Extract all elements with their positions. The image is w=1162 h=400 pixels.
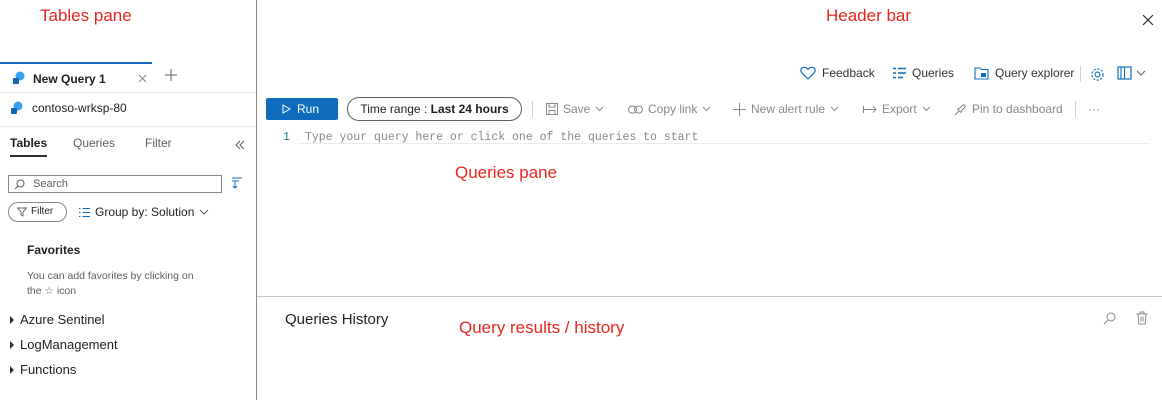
- export-button[interactable]: Export: [863, 102, 931, 116]
- link-icon: [628, 105, 643, 114]
- tab-tables[interactable]: Tables: [10, 136, 48, 157]
- query-explorer-label: Query explorer: [995, 66, 1075, 80]
- toolbar-separator: [532, 101, 533, 117]
- pane-divider[interactable]: [256, 0, 257, 400]
- save-label: Save: [563, 102, 591, 116]
- chevron-down-icon: [595, 106, 604, 112]
- search-placeholder: Search: [33, 178, 68, 190]
- queries-history-title: Queries History: [285, 311, 389, 328]
- workspace-selector[interactable]: contoso-wrksp-80: [10, 101, 127, 115]
- tab-queries[interactable]: Queries: [73, 136, 115, 150]
- export-label: Export: [882, 102, 917, 116]
- time-range-prefix: Time range :: [360, 102, 428, 116]
- copy-link-button[interactable]: Copy link: [628, 102, 711, 116]
- workspace-divider: [0, 126, 256, 127]
- add-tab-icon[interactable]: [164, 68, 178, 82]
- queries-label: Queries: [912, 66, 955, 80]
- toolbar-separator: [1075, 101, 1076, 117]
- chevron-down-icon: [922, 106, 931, 112]
- chevron-down-icon: [702, 106, 711, 112]
- favorites-hint-line2: the ☆ icon: [27, 285, 77, 297]
- queries-icon: [893, 67, 906, 79]
- caret-right-icon: [10, 315, 14, 324]
- play-icon: [282, 104, 291, 114]
- editor-line-number: 1: [283, 131, 290, 144]
- tab-filter[interactable]: Filter: [145, 136, 172, 150]
- gear-icon[interactable]: [1089, 66, 1105, 82]
- tree-item-label: Azure Sentinel: [20, 312, 105, 327]
- time-range-picker[interactable]: Time range : Last 24 hours: [347, 97, 522, 121]
- search-icon[interactable]: [1101, 310, 1117, 326]
- annotation-header-bar: Header bar: [826, 6, 912, 25]
- save-button[interactable]: Save: [546, 102, 604, 116]
- tab-new-query-1[interactable]: New Query 1: [0, 62, 152, 92]
- annotation-results: Query results / history: [459, 318, 625, 337]
- caret-right-icon: [10, 340, 14, 349]
- pin-to-dashboard-label: Pin to dashboard: [972, 102, 1063, 116]
- tab-tables-underline: [10, 155, 48, 157]
- header-separator: [1080, 66, 1081, 82]
- favorites-hint-line1: You can add favorites by clicking on: [27, 270, 194, 282]
- results-divider[interactable]: [257, 296, 1162, 297]
- close-icon[interactable]: [1140, 12, 1156, 28]
- run-label: Run: [297, 102, 320, 116]
- tab-close-icon[interactable]: [136, 72, 148, 84]
- save-icon: [546, 103, 558, 115]
- chevron-down-icon: [199, 209, 209, 215]
- filter-icon: [17, 207, 27, 217]
- search-icon: [13, 178, 25, 190]
- workspace-name: contoso-wrksp-80: [32, 101, 127, 115]
- pin-icon: [954, 103, 967, 116]
- tab-title: New Query 1: [33, 72, 106, 86]
- query-editor[interactable]: Type your query here or click one of the…: [298, 126, 1150, 291]
- sort-icon[interactable]: [230, 176, 244, 190]
- annotation-tables-pane: Tables pane: [40, 6, 132, 25]
- tree-item-azure-sentinel[interactable]: Azure Sentinel: [10, 312, 105, 327]
- chevron-down-icon: [830, 106, 839, 112]
- group-by-label: Group by: Solution: [95, 205, 195, 219]
- feedback-button[interactable]: Feedback: [800, 66, 875, 80]
- query-explorer-icon: [974, 66, 989, 80]
- tab-strip-divider: [0, 92, 256, 93]
- query-explorer-button[interactable]: Query explorer: [974, 66, 1074, 80]
- workspace-icon: [12, 71, 26, 85]
- editor-line-highlight: [298, 143, 1150, 144]
- heart-icon: [800, 66, 816, 80]
- collapse-icon[interactable]: [233, 138, 247, 152]
- search-input[interactable]: Search: [8, 175, 222, 193]
- time-range-value: Last 24 hours: [430, 102, 509, 116]
- group-by-dropdown[interactable]: Group by: Solution: [79, 205, 209, 219]
- caret-right-icon: [10, 365, 14, 374]
- run-button[interactable]: Run: [266, 98, 338, 120]
- tree-item-label: Functions: [20, 362, 77, 377]
- feedback-label: Feedback: [822, 66, 875, 80]
- tree-item-logmanagement[interactable]: LogManagement: [10, 337, 118, 352]
- export-icon: [863, 105, 877, 114]
- pin-to-dashboard-button[interactable]: Pin to dashboard: [954, 102, 1063, 116]
- queries-button[interactable]: Queries: [893, 66, 954, 80]
- list-icon: [79, 207, 90, 218]
- chevron-down-icon: [1136, 70, 1146, 76]
- filter-button[interactable]: Filter: [8, 202, 67, 222]
- tab-tables-label: Tables: [10, 136, 48, 150]
- more-options-button[interactable]: ···: [1088, 102, 1100, 116]
- favorites-title: Favorites: [27, 243, 81, 257]
- book-icon: [1117, 66, 1132, 80]
- tree-item-label: LogManagement: [20, 337, 118, 352]
- layout-menu[interactable]: [1117, 66, 1146, 80]
- delete-icon[interactable]: [1134, 310, 1150, 326]
- copy-link-label: Copy link: [648, 102, 698, 116]
- tree-item-functions[interactable]: Functions: [10, 362, 76, 377]
- plus-icon: [733, 102, 746, 116]
- workspace-icon: [10, 101, 24, 115]
- new-alert-rule-button[interactable]: New alert rule: [733, 102, 839, 116]
- new-alert-rule-label: New alert rule: [751, 102, 826, 116]
- filter-label: Filter: [31, 206, 54, 217]
